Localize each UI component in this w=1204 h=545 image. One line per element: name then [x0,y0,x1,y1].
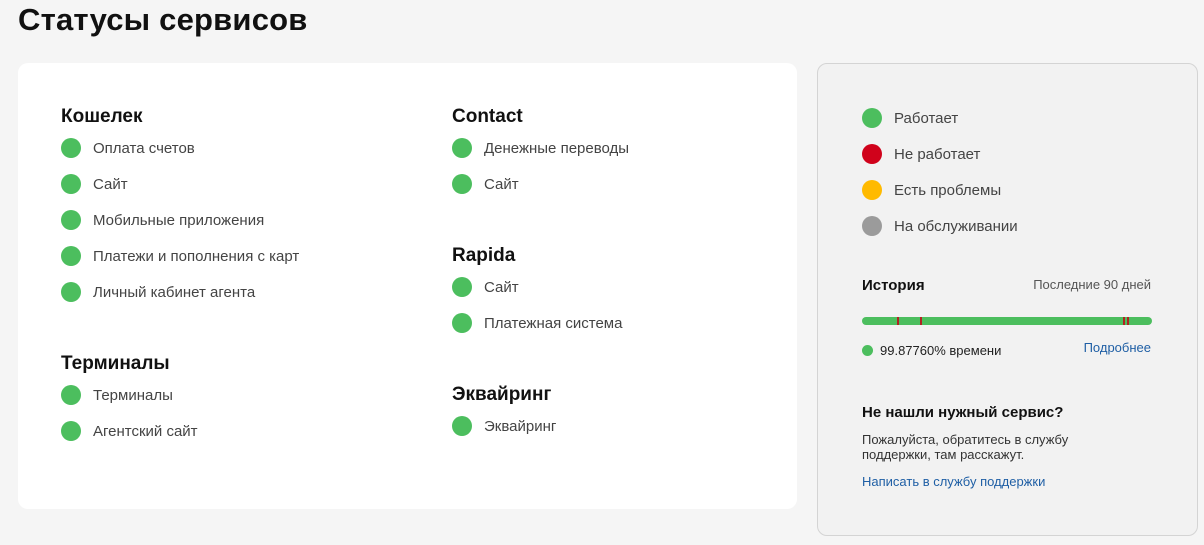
service-item[interactable]: Терминалы [61,377,381,413]
service-label: Сайт [93,175,128,193]
status-dot-icon [452,313,472,333]
incident-tick [1123,317,1125,325]
status-dot-icon [61,282,81,302]
service-label: Терминалы [93,386,173,404]
service-label: Платежи и пополнения с карт [93,247,300,265]
legend-label: Работает [894,109,959,127]
service-group-wallet: Кошелек Оплата счетов Сайт Мобильные при… [61,105,381,310]
status-dot-icon [452,174,472,194]
service-label: Мобильные приложения [93,211,265,229]
service-item[interactable]: Платежная система [452,305,772,341]
service-group-acquiring: Эквайринг Эквайринг [452,383,772,444]
legend-item-maintenance: На обслуживании [862,208,1018,244]
service-item[interactable]: Оплата счетов [61,130,381,166]
status-dot-icon [862,144,882,164]
incident-tick [920,317,922,325]
service-item[interactable]: Сайт [452,269,772,305]
service-group-terminals: Терминалы Терминалы Агентский сайт [61,352,381,449]
uptime-indicator: 99.87760% времени [862,343,1001,358]
history-period: Последние 90 дней [1033,277,1151,292]
service-label: Платежная система [484,314,623,332]
status-dot-icon [862,180,882,200]
services-card: Кошелек Оплата счетов Сайт Мобильные при… [18,63,797,509]
service-item[interactable]: Агентский сайт [61,413,381,449]
status-dot-icon [452,277,472,297]
service-group-contact: Contact Денежные переводы Сайт [452,105,772,202]
service-group-rapida: Rapida Сайт Платежная система [452,244,772,341]
service-item[interactable]: Эквайринг [452,408,772,444]
status-dot-icon [862,216,882,236]
history-bar[interactable] [862,317,1152,325]
service-label: Сайт [484,278,519,296]
service-item[interactable]: Сайт [452,166,772,202]
legend-label: Есть проблемы [894,181,1002,199]
service-label: Сайт [484,175,519,193]
legend-item-working: Работает [862,100,1018,136]
group-title: Contact [452,106,523,127]
status-sidebar: Работает Не работает Есть проблемы На об… [817,63,1198,536]
group-title: Терминалы [61,353,170,374]
status-dot-icon [862,345,873,356]
service-label: Денежные переводы [484,139,630,157]
group-title: Кошелек [61,106,143,127]
incident-tick [1127,317,1129,325]
status-dot-icon [61,138,81,158]
support-text: Пожалуйста, обратитесь в службу поддержк… [862,432,1069,462]
status-dot-icon [61,210,81,230]
legend-label: Не работает [894,145,981,163]
status-legend: Работает Не работает Есть проблемы На об… [862,100,1018,244]
service-label: Оплата счетов [93,139,195,157]
history-title: История [862,277,925,294]
status-dot-icon [61,174,81,194]
group-title: Rapida [452,245,516,266]
uptime-text: 99.87760% времени [880,343,1002,358]
status-dot-icon [61,385,81,405]
page-title: Статусы сервисов [18,2,308,37]
support-link[interactable]: Написать в службу поддержки [862,474,1045,489]
service-label: Личный кабинет агента [93,283,256,301]
status-dot-icon [862,108,882,128]
service-item[interactable]: Личный кабинет агента [61,274,381,310]
service-item[interactable]: Сайт [61,166,381,202]
service-label: Эквайринг [484,417,557,435]
group-title: Эквайринг [452,384,552,405]
service-label: Агентский сайт [93,422,198,440]
legend-label: На обслуживании [894,217,1018,235]
incident-tick [897,317,899,325]
details-link[interactable]: Подробнее [1084,340,1151,355]
status-dot-icon [452,416,472,436]
service-item[interactable]: Платежи и пополнения с карт [61,238,381,274]
support-title: Не нашли нужный сервис? [862,404,1064,421]
status-dot-icon [61,246,81,266]
legend-item-problems: Есть проблемы [862,172,1018,208]
service-item[interactable]: Мобильные приложения [61,202,381,238]
legend-item-not-working: Не работает [862,136,1018,172]
status-dot-icon [452,138,472,158]
service-item[interactable]: Денежные переводы [452,130,772,166]
status-dot-icon [61,421,81,441]
